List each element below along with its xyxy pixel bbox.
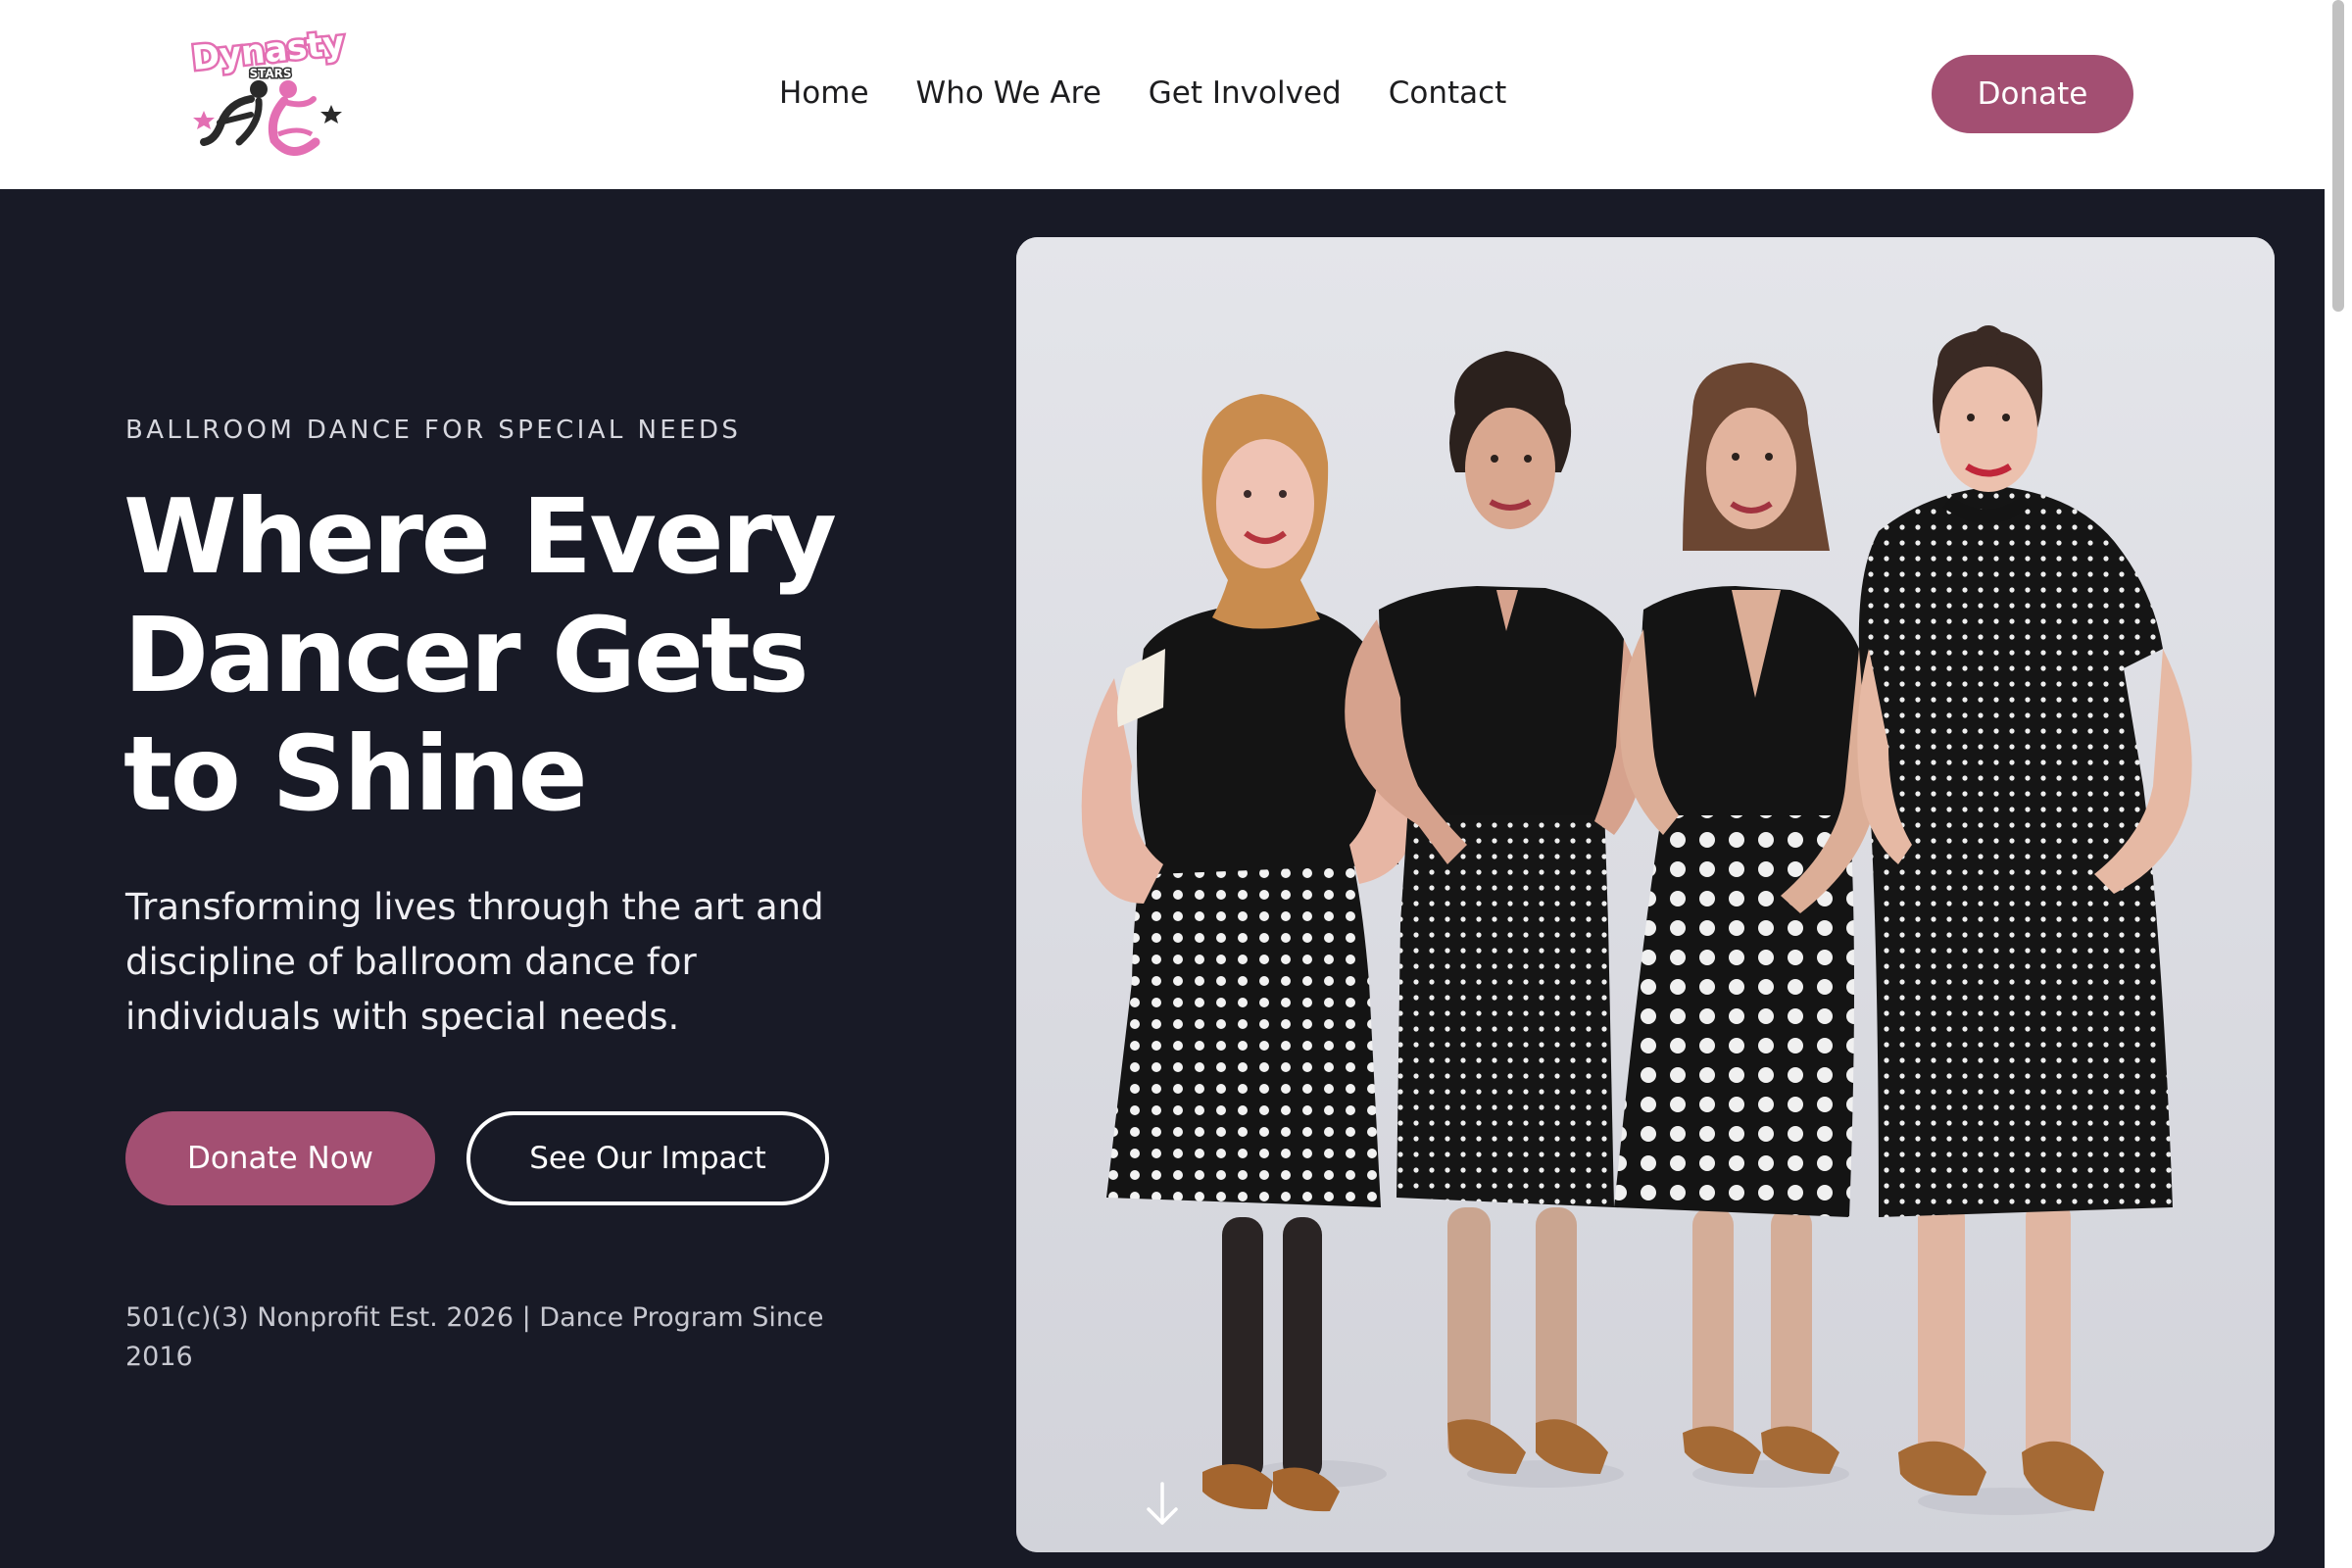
headline-line-3: to Shine [123,714,588,834]
nav-who-we-are[interactable]: Who We Are [916,71,1102,116]
nonprofit-established-note: 501(c)(3) Nonprofit Est. 2026 | Dance Pr… [125,1302,824,1372]
nav-home[interactable]: Home [779,71,869,116]
hero-headline: Where Every Dancer Gets to Shine [123,478,888,834]
nav-get-involved[interactable]: Get Involved [1149,71,1342,116]
site-header: Dynasty STARS Home Who We Are Get Involv… [0,0,2325,189]
main-nav: Home Who We Are Get Involved Contact [779,71,1506,116]
arrow-down-icon[interactable] [1142,1480,1183,1529]
hero-subhead: Transforming lives through the art and d… [125,886,824,1038]
page-scrollbar[interactable] [2325,0,2352,1568]
hero-dancers-photo [1016,237,2275,1552]
see-our-impact-button[interactable]: See Our Impact [466,1111,829,1205]
headline-line-2: Dancer Gets [123,596,809,715]
logo-subtext: STARS [249,67,291,80]
donate-now-button[interactable]: Donate Now [125,1111,435,1205]
scrollbar-thumb[interactable] [2332,0,2344,312]
headline-line-1: Where Every [123,477,837,597]
header-donate-button[interactable]: Donate [1932,55,2133,133]
dynasty-stars-logo[interactable]: Dynasty STARS [187,21,349,172]
hero-eyebrow: BALLROOM DANCE FOR SPECIAL NEEDS [125,416,742,445]
nav-contact[interactable]: Contact [1389,71,1507,116]
